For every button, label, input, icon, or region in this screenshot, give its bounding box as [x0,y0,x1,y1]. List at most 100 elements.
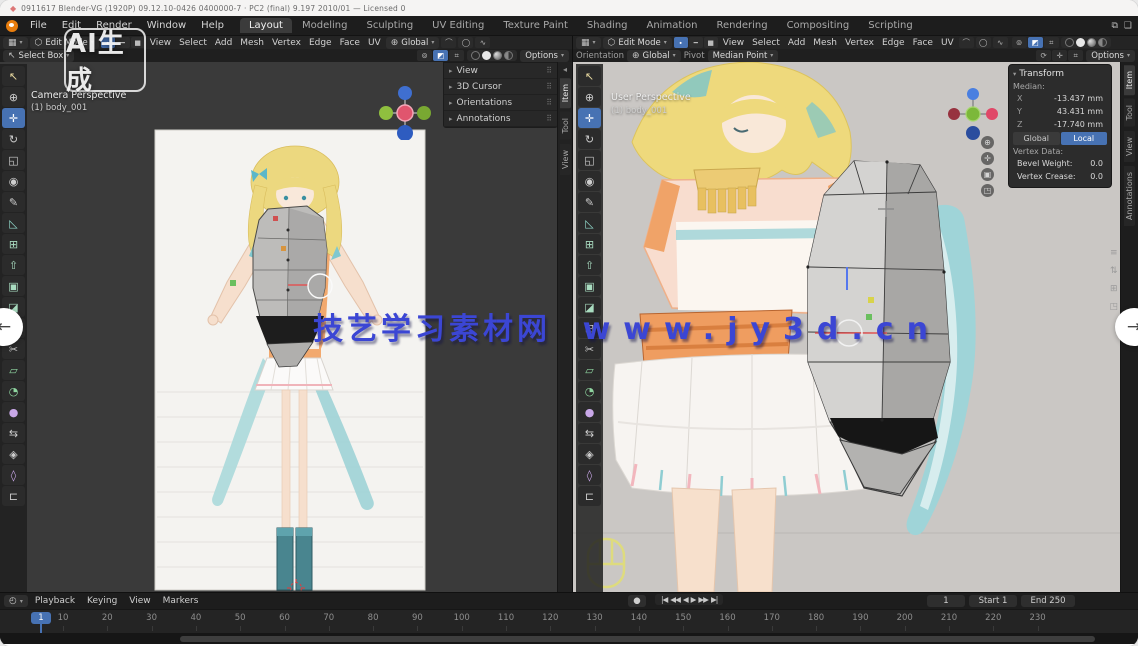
tool-inset-faces[interactable]: ▣ [2,276,25,296]
tool-transform[interactable]: ◉ [578,171,601,191]
workspace-tab-uv-editing[interactable]: UV Editing [423,18,493,33]
editor-type-button[interactable]: ▦▾ [3,37,28,49]
median-value-field[interactable]: Y43.431 mm [1013,105,1107,117]
viewport-menu-item[interactable]: Add [785,38,808,48]
edge-select-button[interactable]: ━ [689,37,703,48]
timeline-menu-item[interactable]: Playback [30,596,80,606]
face-select-button[interactable]: ■ [704,37,718,48]
rendered-shading-button[interactable] [1098,38,1107,47]
workspace-tab-sculpting[interactable]: Sculpting [357,18,422,33]
space-button-local[interactable]: Local [1061,132,1108,145]
xray-toggle[interactable]: ⌗ [1044,37,1059,48]
tool-spin[interactable]: ◔ [578,381,601,401]
sidebar-tab-item[interactable]: Item [560,78,571,108]
viewport-menu-item[interactable]: Vertex [842,38,877,48]
current-frame-field[interactable]: 1 [927,595,965,607]
viewport-menu-item[interactable]: Face [337,38,363,48]
transport-button[interactable]: ◀ [683,595,688,604]
frame-start-field[interactable]: Start 1 [969,595,1017,607]
sidebar-tab-annotations[interactable]: Annotations [1124,166,1135,226]
timeline-scroll-track[interactable] [0,633,1138,644]
tool-extrude-region[interactable]: ⇧ [578,255,601,275]
tool-shrink-fatten[interactable]: ◈ [578,444,601,464]
tool-edge-slide[interactable]: ⇆ [578,423,601,443]
gadget-zoom[interactable]: ⊕ [981,136,994,149]
vertex-select-button[interactable]: ∙ [674,37,688,48]
proportional-edit-toggle[interactable]: ◯ [458,37,473,48]
tool-shear[interactable]: ◊ [2,465,25,485]
mode-dropdown[interactable]: ⬡Edit Mode▾ [603,37,672,49]
transform-orientation-dropdown[interactable]: ⊕Global▾ [386,37,440,49]
workspace-tab-scripting[interactable]: Scripting [859,18,921,33]
viewport-menu-item[interactable]: Edge [879,38,908,48]
grid-icon[interactable]: ⊞ [1109,284,1118,294]
tool-extrude-region[interactable]: ⇧ [2,255,25,275]
tool-cursor[interactable]: ⊕ [578,87,601,107]
show-overlays-toggle[interactable]: ◩ [1028,37,1043,48]
viewport-menu-item[interactable]: View [720,38,747,48]
mirror-y-toggle[interactable]: ✛ [1052,50,1067,61]
tool-measure[interactable]: ◺ [578,213,601,233]
viewport-menu-item[interactable]: Mesh [237,38,267,48]
space-button-global[interactable]: Global [1013,132,1060,145]
playhead[interactable]: 1 [31,612,51,624]
vertex-data-field[interactable]: Bevel Weight:0.0 [1013,157,1107,169]
viewport-menu-item[interactable]: Mesh [810,38,840,48]
material-shading-button[interactable] [1087,38,1096,47]
viewport-menu-item[interactable]: View [147,38,174,48]
median-value-field[interactable]: X-13.437 mm [1013,92,1107,104]
snap-magnet-toggle[interactable]: ⌒ [959,37,974,48]
sidebar-tab-tool[interactable]: Tool [1124,99,1135,127]
frame-icon[interactable]: ◳ [1109,302,1118,312]
median-value-field[interactable]: Z-17.740 mm [1013,118,1107,130]
topbar-menu-item[interactable]: Help [194,19,231,32]
tool-annotate[interactable]: ✎ [2,192,25,212]
autokey-toggle[interactable]: ● [628,595,646,607]
options-dropdown[interactable]: Options▾ [520,50,569,62]
tool-rip-region[interactable]: ⊏ [578,486,601,506]
workspace-tab-animation[interactable]: Animation [638,18,707,33]
transport-button[interactable]: ▶▶ [698,595,708,604]
editor-type-button[interactable]: ▦▾ [576,37,601,49]
viewport-menu-item[interactable]: Face [910,38,936,48]
timeline-scrollbar[interactable] [180,636,1095,642]
npanel-section-orientations[interactable]: ▸Orientations⠿ [444,95,557,111]
tool-scale[interactable]: ◱ [2,150,25,170]
npanel-section-3d-cursor[interactable]: ▸3D Cursor⠿ [444,79,557,95]
tool-smooth[interactable]: ● [2,402,25,422]
npanel-section-annotations[interactable]: ▸Annotations⠿ [444,111,557,127]
material-shading-button[interactable] [493,51,502,60]
pivot-dropdown[interactable]: Median Point▾ [708,50,779,62]
viewport-menu-item[interactable]: Edge [306,38,335,48]
sort-icon[interactable]: ⇅ [1109,266,1118,276]
proportional-falloff-icon[interactable]: ∿ [993,37,1008,48]
tool-spin[interactable]: ◔ [2,381,25,401]
timeline-editor-type-button[interactable]: ◴▾ [4,595,28,607]
sidebar-tab-view[interactable]: View [560,144,571,175]
wireframe-shading-button[interactable] [471,51,480,60]
tool-annotate[interactable]: ✎ [578,192,601,212]
tool-measure[interactable]: ◺ [2,213,25,233]
tool-rotate[interactable]: ↻ [578,129,601,149]
orientation-dropdown[interactable]: ⊕Global▾ [627,50,681,62]
scene-icon[interactable]: ⧉ [1111,21,1117,31]
transport-button[interactable]: ◀◀ [670,595,680,604]
topbar-menu-item[interactable]: File [23,19,54,32]
snap-magnet-toggle[interactable]: ⌒ [441,37,456,48]
topbar-menu-item[interactable]: Window [140,19,193,32]
timeline-menu-item[interactable]: Markers [158,596,204,606]
tool-transform[interactable]: ◉ [2,171,25,191]
tool-poly-build[interactable]: ▱ [578,360,601,380]
mirror-x-toggle[interactable]: ⟳ [1036,50,1051,61]
transport-button[interactable]: ▶| [711,595,717,604]
tool-smooth[interactable]: ● [578,402,601,422]
navigation-gizmo[interactable] [377,84,433,140]
xray-toggle[interactable]: ⌗ [449,50,464,61]
viewport-menu-item[interactable]: Add [212,38,235,48]
sidebar-tab-item[interactable]: Item [1124,65,1135,95]
tool-select-box[interactable]: ↖ [2,66,25,86]
gadget-toggle-perspective[interactable]: ◳ [981,184,994,197]
workspace-tab-layout[interactable]: Layout [240,18,292,33]
tool-rotate[interactable]: ↻ [2,129,25,149]
workspace-tab-modeling[interactable]: Modeling [293,18,357,33]
